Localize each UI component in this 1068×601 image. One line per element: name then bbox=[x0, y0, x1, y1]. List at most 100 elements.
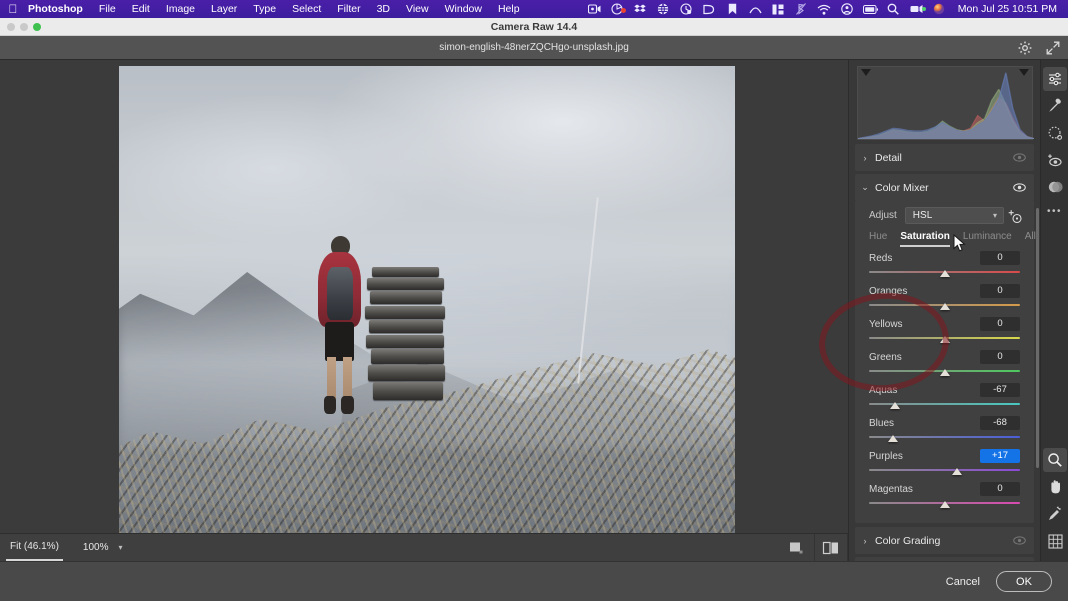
ok-button[interactable]: OK bbox=[996, 571, 1052, 592]
zoom-tool-icon[interactable] bbox=[1043, 448, 1067, 472]
slider-track-reds[interactable] bbox=[869, 268, 1020, 277]
tab-all[interactable]: All bbox=[1025, 231, 1036, 247]
clock-circle-icon[interactable] bbox=[675, 3, 698, 15]
slider-track-magentas[interactable] bbox=[869, 499, 1020, 508]
cancel-button[interactable]: Cancel bbox=[930, 576, 996, 588]
menu-item-help[interactable]: Help bbox=[490, 0, 528, 18]
account-circle-icon[interactable] bbox=[836, 3, 859, 15]
targeted-adjustment-tool-icon[interactable] bbox=[1004, 208, 1026, 224]
more-tools-button[interactable]: ••• bbox=[1041, 202, 1068, 217]
slider-value-reds[interactable]: 0 bbox=[980, 251, 1020, 265]
single-view-icon[interactable] bbox=[780, 534, 814, 562]
siri-icon[interactable] bbox=[928, 3, 951, 15]
slider-row-aquas: Aquas -67 bbox=[869, 383, 1020, 409]
eye-icon[interactable] bbox=[1013, 149, 1026, 167]
gear-icon[interactable] bbox=[1016, 39, 1034, 57]
panel-section-color-mixer[interactable]: ⌄ Color Mixer bbox=[855, 174, 1034, 201]
slider-value-oranges[interactable]: 0 bbox=[980, 284, 1020, 298]
panel-scrollbar[interactable] bbox=[1036, 208, 1039, 468]
histogram-plot bbox=[858, 72, 1034, 139]
slider-track-aquas[interactable] bbox=[869, 400, 1020, 409]
menu-item-image[interactable]: Image bbox=[158, 0, 203, 18]
image-canvas-area[interactable] bbox=[0, 60, 848, 533]
slider-value-magentas[interactable]: 0 bbox=[980, 482, 1020, 496]
grid-overlay-icon[interactable] bbox=[1043, 529, 1067, 553]
apple-logo-icon[interactable]:  bbox=[0, 3, 26, 16]
bookmark-icon[interactable] bbox=[721, 3, 744, 15]
tab-luminance[interactable]: Luminance bbox=[963, 231, 1012, 247]
before-after-view-icon[interactable] bbox=[814, 533, 848, 562]
slider-handle-aquas[interactable] bbox=[889, 402, 900, 409]
menu-item-type[interactable]: Type bbox=[245, 0, 284, 18]
slider-label-yellows: Yellows bbox=[869, 318, 903, 330]
menu-item-3d[interactable]: 3D bbox=[369, 0, 398, 18]
red-eye-removal-icon[interactable] bbox=[1043, 148, 1067, 172]
photo-hiker-leg-left bbox=[327, 357, 336, 400]
slider-handle-magentas[interactable] bbox=[939, 501, 950, 508]
slider-track-oranges[interactable] bbox=[869, 301, 1020, 310]
spotlight-search-icon[interactable] bbox=[882, 3, 905, 15]
slider-handle-purples[interactable] bbox=[951, 468, 962, 475]
screen-recording-icon[interactable] bbox=[583, 4, 606, 14]
slider-handle-reds[interactable] bbox=[939, 270, 950, 277]
control-center-icon[interactable] bbox=[905, 4, 928, 14]
expand-arrows-icon[interactable] bbox=[1044, 39, 1062, 57]
slider-track-blues[interactable] bbox=[869, 433, 1020, 442]
panel-section-detail[interactable]: › Detail bbox=[855, 144, 1034, 171]
menubar-clock[interactable]: Mon Jul 25 10:51 PM bbox=[951, 3, 1062, 15]
slider-value-greens[interactable]: 0 bbox=[980, 350, 1020, 364]
menu-item-file[interactable]: File bbox=[91, 0, 124, 18]
eyedropper-tool-icon[interactable] bbox=[1043, 502, 1067, 526]
photo-stone-cairn bbox=[365, 262, 445, 407]
menu-item-select[interactable]: Select bbox=[284, 0, 329, 18]
slider-track-yellows[interactable] bbox=[869, 334, 1020, 343]
battery-icon[interactable] bbox=[859, 4, 882, 14]
eye-icon[interactable] bbox=[1013, 179, 1026, 197]
sidebar-split-icon[interactable] bbox=[767, 4, 790, 15]
wifi-icon[interactable] bbox=[813, 4, 836, 15]
menu-item-view[interactable]: View bbox=[398, 0, 437, 18]
globe-icon[interactable] bbox=[652, 3, 675, 15]
healing-brush-icon[interactable] bbox=[1043, 94, 1067, 118]
panel-section-color-grading[interactable]: › Color Grading bbox=[855, 527, 1034, 554]
menu-item-photoshop[interactable]: Photoshop bbox=[26, 0, 91, 18]
hiker-on-rocky-ridge-photo[interactable] bbox=[119, 66, 735, 533]
bluetooth-off-icon[interactable] bbox=[790, 3, 813, 15]
zoom-fit-tab[interactable]: Fit (46.1%) bbox=[0, 534, 69, 561]
zoom-percent-label[interactable]: 100% bbox=[69, 535, 113, 561]
edit-sliders-icon[interactable] bbox=[1042, 67, 1067, 91]
slider-handle-blues[interactable] bbox=[888, 435, 899, 442]
eye-icon[interactable] bbox=[1013, 532, 1026, 550]
tool-rail-top-group: ••• bbox=[1041, 60, 1068, 217]
tab-saturation[interactable]: Saturation bbox=[900, 231, 951, 247]
slider-value-blues[interactable]: -68 bbox=[980, 416, 1020, 430]
dropbox-icon[interactable] bbox=[629, 4, 652, 15]
presets-icon[interactable] bbox=[1043, 175, 1067, 199]
chevron-down-icon[interactable]: ▾ bbox=[112, 543, 122, 552]
arc-browser-icon[interactable] bbox=[744, 4, 767, 14]
nvidia-icon[interactable] bbox=[698, 4, 721, 15]
menu-item-window[interactable]: Window bbox=[437, 0, 490, 18]
photo-hiker-boot-right bbox=[341, 396, 354, 414]
camera-shutter-icon[interactable] bbox=[606, 3, 629, 15]
menu-item-edit[interactable]: Edit bbox=[124, 0, 158, 18]
slider-value-yellows[interactable]: 0 bbox=[980, 317, 1020, 331]
slider-label-magentas: Magentas bbox=[869, 483, 913, 495]
tab-hue[interactable]: Hue bbox=[869, 231, 887, 247]
slider-handle-greens[interactable] bbox=[939, 369, 950, 376]
masking-icon[interactable] bbox=[1043, 121, 1067, 145]
slider-track-greens[interactable] bbox=[869, 367, 1020, 376]
slider-handle-yellows[interactable] bbox=[939, 336, 950, 343]
slider-value-aquas[interactable]: -67 bbox=[980, 383, 1020, 397]
hand-tool-icon[interactable] bbox=[1043, 475, 1067, 499]
menu-item-filter[interactable]: Filter bbox=[329, 0, 368, 18]
adjust-select[interactable]: HSL ▾ bbox=[904, 207, 1004, 224]
slider-value-purples[interactable]: +17 bbox=[980, 449, 1020, 463]
slider-track-purples[interactable] bbox=[869, 466, 1020, 475]
slider-header: Purples +17 bbox=[869, 449, 1020, 463]
slider-handle-oranges[interactable] bbox=[939, 303, 950, 310]
menu-item-layer[interactable]: Layer bbox=[203, 0, 245, 18]
section-label-color-mixer: Color Mixer bbox=[875, 181, 929, 194]
slider-header: Oranges 0 bbox=[869, 284, 1020, 298]
rgb-histogram[interactable] bbox=[857, 66, 1034, 140]
